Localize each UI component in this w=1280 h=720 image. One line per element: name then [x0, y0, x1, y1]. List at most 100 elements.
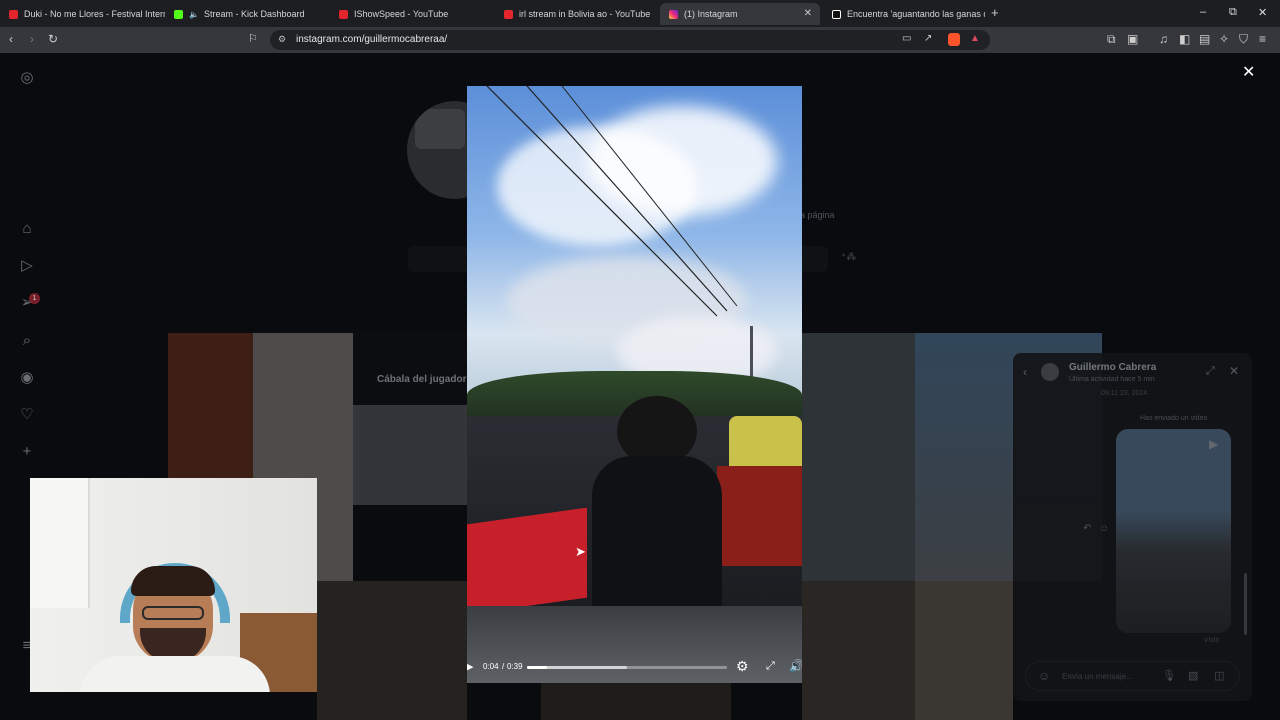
heart-icon[interactable]: ♡: [18, 406, 36, 424]
fullscreen-icon[interactable]: ⤢: [766, 660, 775, 673]
tab-title: Encuentra 'aguantando las ganas de: [847, 9, 985, 19]
post-tile[interactable]: [802, 581, 915, 720]
post-tile[interactable]: [317, 581, 467, 720]
emoji-icon[interactable]: ☺: [1038, 669, 1050, 683]
video-controls: ▶ 0:04 / 0:39 ⚙ ⤢ 🔊: [467, 651, 802, 683]
close-window-button[interactable]: ✕: [1258, 6, 1267, 19]
post-tile[interactable]: [802, 333, 915, 581]
glasses: [142, 606, 204, 620]
vpn-icon[interactable]: ⛉: [1239, 32, 1248, 47]
power-lines: [486, 86, 738, 317]
extensions-icon[interactable]: ⧉: [1107, 32, 1116, 47]
explore-icon[interactable]: ◉: [18, 369, 36, 387]
shared-video-message[interactable]: ▶: [1116, 429, 1231, 633]
time-separator: /: [502, 662, 505, 671]
seen-status: Visto: [1204, 637, 1220, 644]
youtube-icon: [504, 9, 513, 19]
message-composer[interactable]: ☺ Envía un mensaje... 🎙 ▨ ◫: [1025, 661, 1240, 691]
reel-video-player[interactable]: ➤ ▶ 0:04 / 0:39 ⚙ ⤢ 🔊: [467, 86, 802, 683]
home-icon[interactable]: ⌂: [18, 220, 36, 238]
dm-chat-panel: ‹ Guillermo Cabrera Última actividad hac…: [1013, 353, 1252, 701]
streamer-shirt: [80, 656, 270, 692]
create-icon[interactable]: +: [18, 443, 36, 461]
tiktok-icon: [832, 9, 841, 19]
back-icon[interactable]: ‹: [9, 32, 13, 47]
new-tab-button[interactable]: +: [991, 5, 999, 20]
tab-duki-youtube[interactable]: Duki - No me Llores - Festival Intern: [0, 3, 165, 25]
delivery-box: [467, 507, 587, 615]
bookmark-icon[interactable]: ⚐: [248, 32, 258, 47]
current-time: 0:04: [483, 662, 499, 671]
window-frame: [30, 478, 90, 608]
wallet-icon[interactable]: ▤: [1199, 32, 1210, 47]
chat-contact-name[interactable]: Guillermo Cabrera: [1069, 362, 1156, 373]
post-tile[interactable]: [915, 581, 1013, 720]
tab-title: Stream - Kick Dashboard: [203, 9, 305, 19]
microphone-icon[interactable]: 🎙: [1162, 669, 1176, 682]
instagram-icon: [669, 9, 678, 19]
notification-badge: 1: [29, 293, 40, 304]
chat-activity: Última actividad hace 5 min: [1069, 376, 1155, 383]
mouse-cursor-icon: ➤: [575, 544, 586, 559]
duration: 0:39: [507, 662, 523, 671]
tab-irl-bolivia-youtube[interactable]: irl stream in Bolivia ao - YouTube: [495, 3, 660, 25]
tab-groups-icon[interactable]: ▣: [1127, 32, 1138, 47]
close-icon[interactable]: ✕: [1229, 364, 1239, 378]
tab-tiktok-search[interactable]: Encuentra 'aguantando las ganas de: [823, 3, 985, 25]
browser-toolbar: ‹ › ↻ ⚐ ⚙ instagram.com/guillermocabrera…: [0, 27, 1280, 53]
tab-title: Duki - No me Llores - Festival Intern: [24, 9, 165, 19]
brave-rewards-icon[interactable]: ▲: [970, 33, 980, 44]
image-icon[interactable]: ▨: [1188, 669, 1198, 682]
add-user-icon[interactable]: ⁺⁂: [841, 252, 856, 263]
avatar[interactable]: [1041, 363, 1059, 381]
url-text: instagram.com/guillermocabreraa/: [296, 34, 448, 45]
chevron-left-icon[interactable]: ‹: [1023, 365, 1027, 379]
share-icon[interactable]: ↗: [924, 33, 932, 44]
cast-icon[interactable]: ▭: [902, 33, 911, 44]
tab-instagram[interactable]: (1) Instagram ✕: [660, 3, 820, 25]
youtube-icon: [339, 9, 348, 19]
tab-kick-dashboard[interactable]: 🔈 Stream - Kick Dashboard: [165, 3, 330, 25]
play-icon: ▶: [1209, 437, 1219, 451]
reply-icon[interactable]: ↶: [1083, 523, 1091, 534]
menu-icon[interactable]: ≡: [1259, 32, 1266, 47]
settings-icon[interactable]: ⚙: [736, 658, 749, 675]
post-tile[interactable]: [353, 405, 468, 505]
tab-title: irl stream in Bolivia ao - YouTube: [519, 9, 651, 19]
site-info-icon[interactable]: ⚙: [278, 34, 286, 45]
close-viewer-button[interactable]: ✕: [1242, 62, 1255, 82]
youtube-icon: [9, 9, 18, 19]
brave-shields-icon[interactable]: [948, 33, 960, 46]
close-tab-icon[interactable]: ✕: [804, 8, 812, 19]
music-icon[interactable]: ♫: [1159, 32, 1168, 47]
instagram-logo-icon[interactable]: ◎: [18, 69, 36, 87]
sent-note: Has enviado un video: [1140, 415, 1208, 422]
post-caption: Cábala del jugador: [377, 374, 467, 385]
speaker-icon[interactable]: 🔈: [189, 10, 199, 19]
played-bar: [527, 666, 547, 669]
volume-icon[interactable]: 🔊: [789, 659, 802, 673]
chat-scrollbar[interactable]: [1244, 573, 1247, 635]
tab-title: IShowSpeed - YouTube: [354, 9, 449, 19]
post-tile[interactable]: [541, 683, 731, 720]
leo-ai-icon[interactable]: ✧: [1219, 32, 1229, 47]
restore-button[interactable]: ⧉: [1229, 6, 1237, 19]
streamer-hair: [131, 566, 215, 596]
message-input[interactable]: Envía un mensaje...: [1062, 672, 1133, 681]
reload-icon[interactable]: ↻: [48, 32, 58, 47]
play-icon[interactable]: ▶: [467, 660, 473, 673]
minimize-button[interactable]: –: [1200, 6, 1206, 18]
reels-icon[interactable]: ▷: [18, 257, 36, 275]
emoji-react-icon[interactable]: ☺: [1099, 523, 1109, 534]
sidebar-icon[interactable]: ◧: [1179, 32, 1190, 47]
webcam-overlay: [30, 478, 317, 692]
sticker-icon[interactable]: ◫: [1214, 669, 1224, 682]
address-bar[interactable]: ⚙ instagram.com/guillermocabreraa/ ▭ ↗ ▲: [270, 30, 990, 50]
red-car: [717, 466, 802, 566]
expand-icon[interactable]: ⤢: [1206, 365, 1215, 378]
forward-icon[interactable]: ›: [30, 32, 34, 47]
progress-track[interactable]: [527, 666, 727, 669]
tab-ishowspeed-youtube[interactable]: IShowSpeed - YouTube: [330, 3, 495, 25]
profile-link-text[interactable]: a página: [800, 210, 835, 220]
search-icon[interactable]: ⌕: [18, 332, 36, 350]
